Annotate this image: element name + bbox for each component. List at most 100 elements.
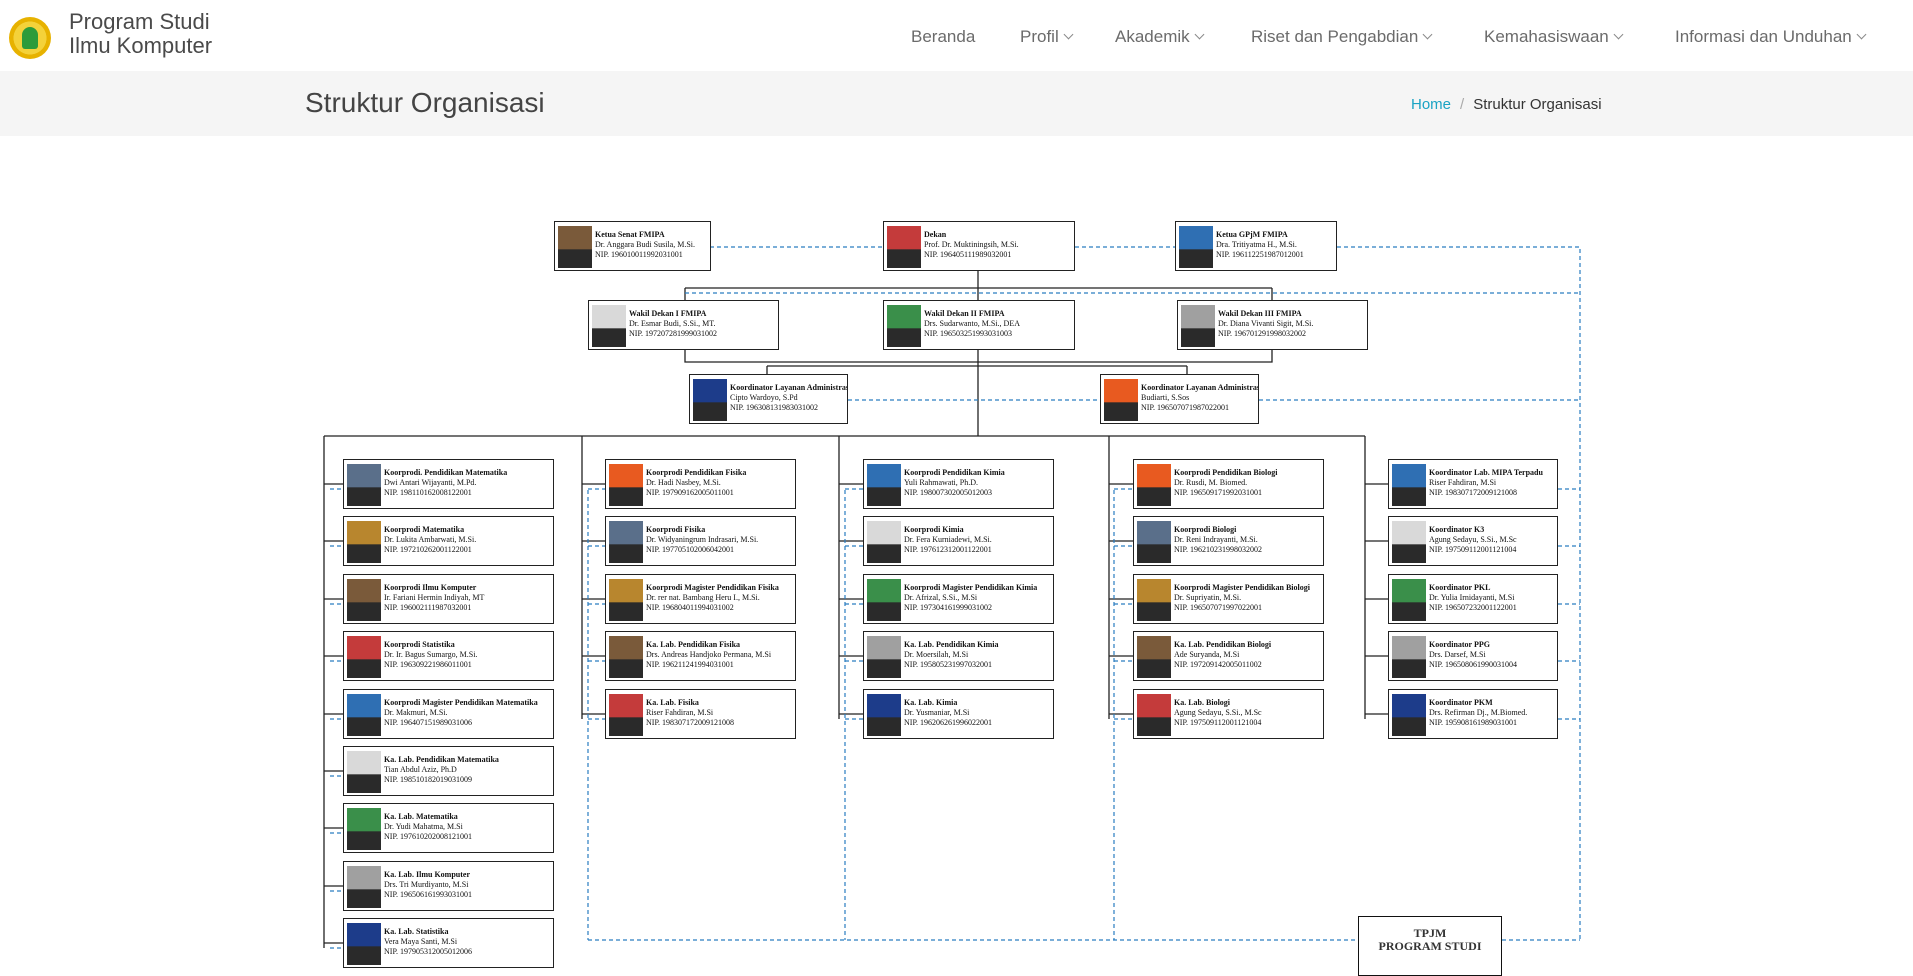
org-person-card: Koorprodi Magister Pendidikan Fisika Dr. …	[605, 574, 796, 624]
org-person-card: Koorprodi Statistika Dr. Ir. Bagus Sumarg…	[343, 631, 554, 681]
person-photo	[1137, 521, 1171, 563]
person-name: Drs. Andreas Handjoko Permana, M.Si	[646, 650, 772, 659]
person-role: Koorprodi Biologi	[1174, 525, 1237, 534]
person-role: Dekan	[924, 230, 947, 239]
person-name: Yuli Rahmawati, Ph.D.	[904, 478, 978, 487]
person-nip: NIP. 197909162005011001	[646, 488, 734, 497]
org-person-card: Ka. Lab. Ilmu Komputer Drs. Tri Murdiyant…	[343, 861, 554, 911]
person-name: Dr. Ir. Bagus Sumargo, M.Si.	[384, 650, 478, 659]
person-role: Wakil Dekan III FMIPA	[1218, 309, 1302, 318]
person-photo	[609, 636, 643, 678]
person-nip: NIP. 197905312005012006	[384, 947, 473, 956]
person-photo	[609, 521, 643, 563]
person-info: Koorprodi Biologi Dr. Reni Indrayanti, M.…	[1174, 525, 1262, 555]
person-info: Ketua GPjM FMIPA Dra. Tritiyatma H., M.Si…	[1216, 230, 1304, 260]
org-person-card: Koorprodi Pendidikan Biologi Dr. Rusdi, M…	[1133, 459, 1324, 509]
person-name: Dra. Tritiyatma H., M.Si.	[1216, 240, 1297, 249]
person-name: Dr. Reni Indrayanti, M.Si.	[1174, 535, 1258, 544]
person-info: Ka. Lab. Ilmu Komputer Drs. Tri Murdiyant…	[384, 870, 472, 900]
person-role: Koorprodi Magister Pendidikan Biologi	[1174, 583, 1310, 592]
person-info: Koorprodi Pendidikan Kimia Yuli Rahmawati…	[904, 468, 1005, 498]
person-nip: NIP. 196010011992031001	[595, 250, 683, 259]
person-photo	[1179, 226, 1213, 268]
person-role: Ka. Lab. Fisika	[646, 698, 699, 707]
person-role: Koorprodi Pendidikan Fisika	[646, 468, 747, 477]
person-nip: NIP. 198510182019031009	[384, 775, 473, 784]
person-info: Koordinator PKL Dr. Yulia Irnidayanti, M.…	[1429, 583, 1517, 613]
person-nip: NIP. 196206261996022001	[904, 718, 993, 727]
person-name: Dr. Yulia Irnidayanti, M.Si	[1429, 593, 1515, 602]
person-info: Ka. Lab. Kimia Dr. Yusmaniar, M.Si NIP. 19…	[904, 698, 992, 728]
person-info: Ka. Lab. Statistika Vera Maya Santi, M.Si…	[384, 927, 472, 957]
person-info: Koorprodi Matematika Dr. Lukita Ambarwati…	[384, 525, 476, 555]
person-photo	[1104, 379, 1138, 421]
org-person-card: Koordinator Lab. MIPA Terpadu Riser Fahdi…	[1388, 459, 1558, 509]
person-name: Agung Sedayu, S.Si., M.Sc	[1174, 708, 1262, 717]
person-info: Koorprodi. Pendidikan Matematika Dwi Anta…	[384, 468, 507, 498]
org-person-card: Ketua GPjM FMIPA Dra. Tritiyatma H., M.Si…	[1175, 221, 1337, 271]
person-name: Dr. Supriyatin, M.Si.	[1174, 593, 1242, 602]
person-photo	[1137, 694, 1171, 736]
person-photo	[693, 379, 727, 421]
person-photo	[347, 923, 381, 965]
person-name: Prof. Dr. Muktiningsih, M.Si.	[924, 240, 1019, 249]
person-nip: NIP. 196701291998032002	[1218, 329, 1307, 338]
person-nip: NIP. 196506161993031001	[384, 890, 473, 899]
person-name: Drs. Refirman Dj., M.Biomed.	[1429, 708, 1528, 717]
person-photo	[1137, 579, 1171, 621]
person-nip: NIP. 197705102006042001	[646, 545, 735, 554]
person-nip: NIP. 196308131983031002	[730, 403, 819, 412]
person-role: Ka. Lab. Pendidikan Biologi	[1174, 640, 1272, 649]
person-nip: NIP. 197207281999031002	[629, 329, 718, 338]
person-nip: NIP. 196507232001122001	[1429, 603, 1517, 612]
person-role: Wakil Dekan II FMIPA	[924, 309, 1005, 318]
org-person-card: Wakil Dekan II FMIPA Drs. Sudarwanto, M.S…	[883, 300, 1075, 350]
person-name: Dr. Makmuri, M.Si.	[384, 708, 448, 717]
person-name: Riser Fahdiran, M.Si	[1429, 478, 1497, 487]
person-role: Ka. Lab. Pendidikan Kimia	[904, 640, 999, 649]
person-role: Koordinator K3	[1429, 525, 1485, 534]
person-name: Dr. Esmar Budi, S.Si., MT.	[629, 319, 716, 328]
person-name: Dr. rer nat. Bambang Heru I., M.Si.	[646, 593, 760, 602]
org-person-card: Ketua Senat FMIPA Dr. Anggara Budi Susila…	[554, 221, 711, 271]
person-info: Wakil Dekan I FMIPA Dr. Esmar Budi, S.Si.…	[629, 309, 717, 339]
person-info: Koorprodi Pendidikan Fisika Dr. Hadi Nasb…	[646, 468, 746, 498]
person-role: Koordinator PKL	[1429, 583, 1491, 592]
org-person-card: Wakil Dekan I FMIPA Dr. Esmar Budi, S.Si.…	[588, 300, 779, 350]
org-person-card: Koordinator PPG Drs. Darsef, M.Si NIP. 196…	[1388, 631, 1558, 681]
person-info: Ka. Lab. Fisika Riser Fahdiran, M.Si NIP. …	[646, 698, 734, 728]
person-role: Koorprodi Statistika	[384, 640, 455, 649]
person-photo	[609, 579, 643, 621]
person-name: Ir. Fariani Hermin Indiyah, MT	[384, 593, 485, 602]
person-info: Dekan Prof. Dr. Muktiningsih, M.Si. NIP. 1…	[924, 230, 1019, 260]
person-info: Koorprodi Magister Pendidikan Fisika Dr. …	[646, 583, 779, 613]
person-info: Koorprodi Fisika Dr. Widyaningrum Indrasa…	[646, 525, 758, 555]
person-photo	[347, 521, 381, 563]
org-person-card: Koorprodi Magister Pendidikan Matematika…	[343, 689, 554, 739]
person-photo	[347, 751, 381, 793]
person-name: Dr. Yusmaniar, M.Si	[904, 708, 970, 717]
person-info: Koorprodi Magister Pendidikan Matematika…	[384, 698, 538, 728]
person-nip: NIP. 196507071997022001	[1174, 603, 1263, 612]
person-photo	[1137, 464, 1171, 506]
person-info: Koorprodi Pendidikan Biologi Dr. Rusdi, M…	[1174, 468, 1277, 498]
person-nip: NIP. 198007302005012003	[904, 488, 993, 497]
person-nip: NIP. 197509112001121004	[1429, 545, 1517, 554]
org-person-card: Koorprodi Pendidikan Fisika Dr. Hadi Nasb…	[605, 459, 796, 509]
org-person-card: Ka. Lab. Biologi Agung Sedayu, S.Si., M.S…	[1133, 689, 1324, 739]
person-nip: NIP. 197610202008121001	[384, 832, 473, 841]
person-photo	[347, 464, 381, 506]
person-info: Koordinator PPG Drs. Darsef, M.Si NIP. 196…	[1429, 640, 1517, 670]
person-photo	[1392, 694, 1426, 736]
person-nip: NIP. 196405111989032001	[924, 250, 1012, 259]
person-info: Ka. Lab. Pendidikan Kimia Dr. Moersilah, …	[904, 640, 998, 670]
org-person-card: Koorprodi Ilmu Komputer Ir. Fariani Hermi…	[343, 574, 554, 624]
person-role: Ka. Lab. Pendidikan Fisika	[646, 640, 741, 649]
person-photo	[867, 694, 901, 736]
person-role: Wakil Dekan I FMIPA	[629, 309, 707, 318]
person-role: Koorprodi Ilmu Komputer	[384, 583, 477, 592]
person-info: Ka. Lab. Pendidikan Fisika Drs. Andreas H…	[646, 640, 771, 670]
person-nip: NIP. 196002111987032001	[384, 603, 472, 612]
person-nip: NIP. 195805231997032001	[904, 660, 993, 669]
person-info: Ka. Lab. Biologi Agung Sedayu, S.Si., M.S…	[1174, 698, 1262, 728]
